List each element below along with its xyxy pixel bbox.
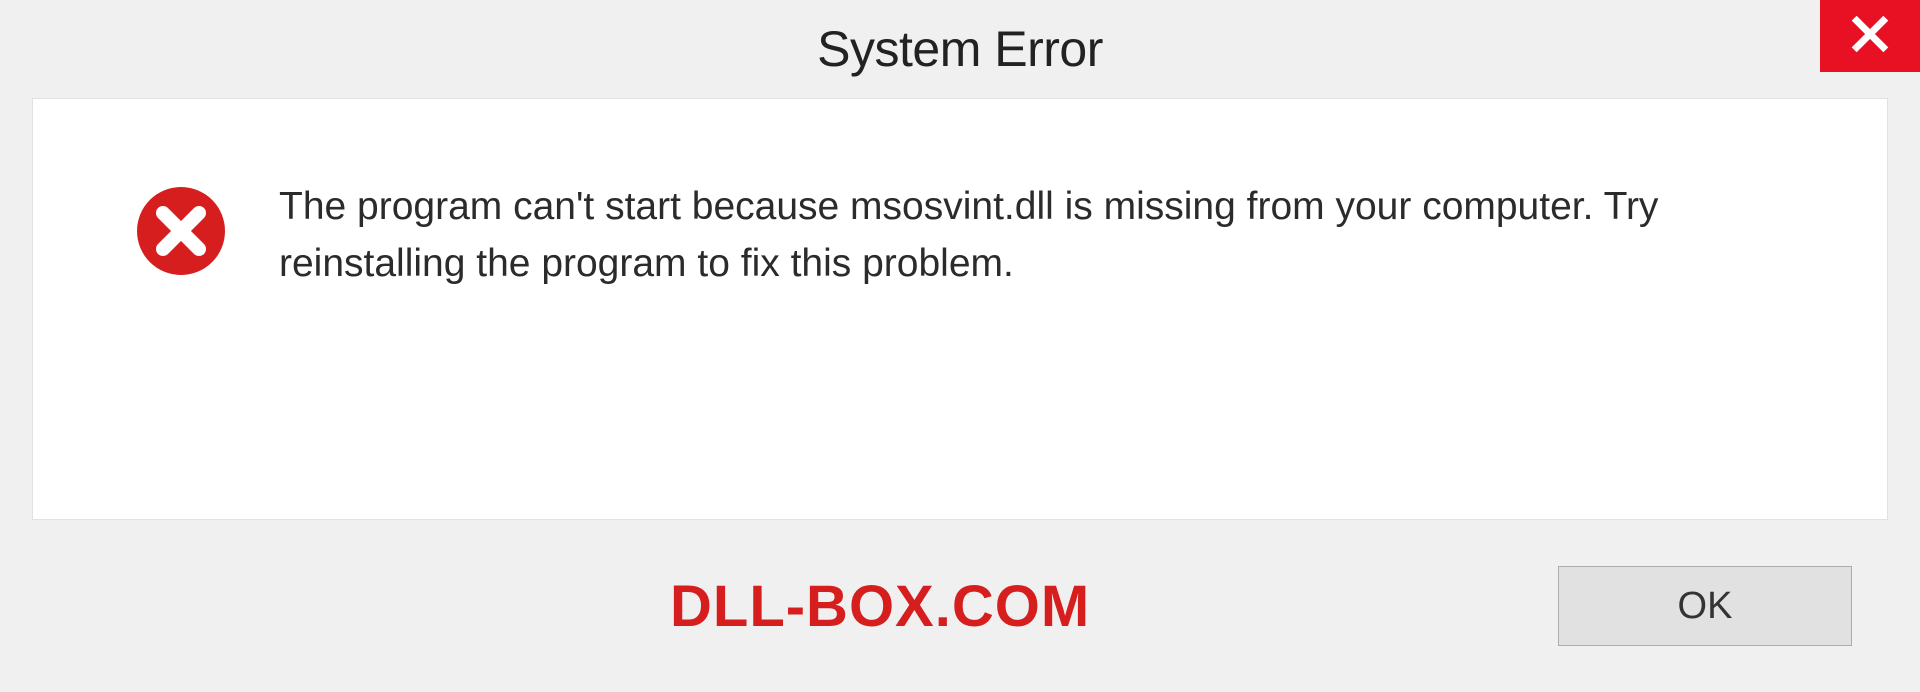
close-icon [1850, 14, 1890, 59]
close-button[interactable] [1820, 0, 1920, 72]
ok-button[interactable]: OK [1558, 566, 1852, 646]
error-icon [133, 183, 229, 284]
error-dialog: System Error The program can't start bec… [0, 0, 1920, 692]
watermark-text: DLL-BOX.COM [670, 573, 1090, 640]
error-message: The program can't start because msosvint… [279, 179, 1827, 292]
titlebar: System Error [0, 0, 1920, 98]
content-panel: The program can't start because msosvint… [32, 98, 1888, 520]
dialog-title: System Error [817, 20, 1103, 78]
dialog-footer: DLL-BOX.COM OK [0, 520, 1920, 692]
